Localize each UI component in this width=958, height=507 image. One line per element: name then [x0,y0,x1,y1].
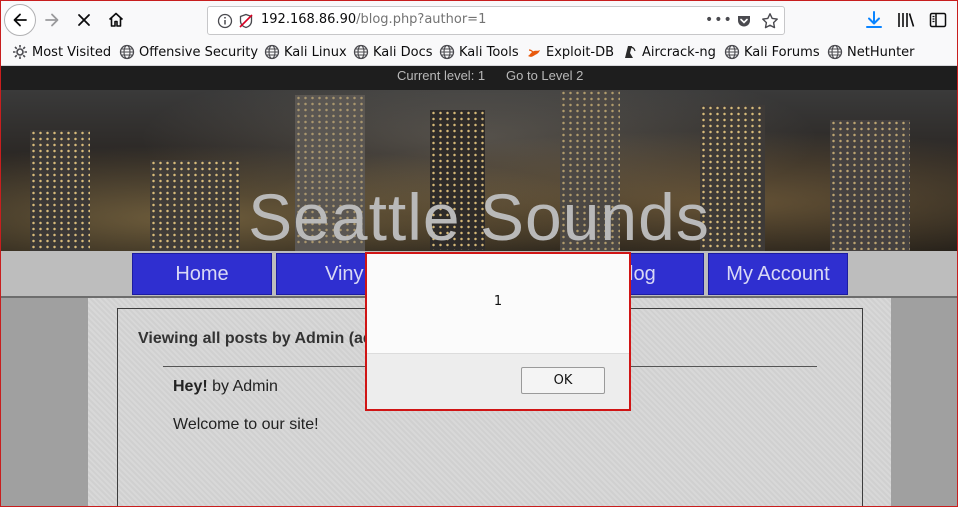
alert-dialog: 1 OK [365,252,631,411]
library-icon[interactable] [896,10,916,30]
dialog-message: 1 [493,294,503,309]
dialog-body: 1 [367,254,629,353]
globe-icon [439,44,455,60]
bookmarks-toolbar: Most Visited Offensive Security Kali Lin… [0,40,958,66]
globe-icon [724,44,740,60]
nav-home[interactable]: Home [132,253,272,295]
globe-icon [119,44,135,60]
bookmark-aircrack-ng[interactable]: Aircrack-ng [622,44,716,60]
forward-button[interactable] [40,8,64,32]
bookmark-label: Kali Linux [284,44,347,60]
site-title: Seattle Sounds [248,180,710,251]
exploitdb-icon [528,49,540,57]
stop-button[interactable] [72,8,96,32]
url-path: /blog.php?author=1 [356,12,487,27]
download-icon[interactable] [864,10,884,30]
info-icon[interactable] [217,13,233,29]
bookmark-kali-forums[interactable]: Kali Forums [724,44,820,60]
bookmark-label: Offensive Security [139,44,259,60]
dialog-footer: OK [367,353,629,409]
gear-icon [13,45,27,59]
ok-button[interactable]: OK [521,367,605,394]
home-icon [108,12,124,27]
bookmark-kali-linux[interactable]: Kali Linux [264,44,347,60]
url-host: 192.168.86.90 [261,12,357,27]
post-title-bold: Hey! [173,378,208,395]
bookmark-most-visited[interactable]: Most Visited [12,44,111,60]
nav-my-account[interactable]: My Account [708,253,848,295]
bookmark-exploit-db[interactable]: Exploit-DB [526,44,614,60]
url-text[interactable]: 192.168.86.90/blog.php?author=1 [261,12,486,27]
bookmark-kali-tools[interactable]: Kali Tools [439,44,519,60]
city-banner-image: Seattle Sounds [0,90,958,251]
posts-heading: Viewing all posts by Admin (ad [138,330,373,347]
current-level-text: Current level: 1 [397,68,486,83]
post-title: Hey! by Admin [173,378,278,396]
bookmark-offensive-security[interactable]: Offensive Security [119,44,258,60]
bookmark-kali-docs[interactable]: Kali Docs [353,44,433,60]
bookmark-label: Kali Docs [373,44,433,60]
post-body: Welcome to our site! [173,416,319,433]
back-button[interactable] [4,4,36,36]
right-margin [891,298,958,507]
tracking-protection-icon[interactable] [238,13,254,29]
browser-toolbar: 192.168.86.90/blog.php?author=1 ••• [0,0,958,40]
bookmark-label: Exploit-DB [546,44,615,60]
home-button[interactable] [104,8,128,32]
address-bar[interactable]: 192.168.86.90/blog.php?author=1 ••• [207,6,785,35]
close-icon [78,14,90,26]
bookmark-label: Kali Tools [459,44,519,60]
sidebar-icon[interactable] [928,10,948,30]
left-margin [0,298,88,507]
bookmark-label: Aircrack-ng [642,44,716,60]
globe-icon [827,44,843,60]
aircrack-icon [625,46,636,58]
go-to-level-link[interactable]: Go to Level 2 [506,68,583,83]
page-actions-menu-icon[interactable]: ••• [705,12,733,28]
post-author: by Admin [207,378,278,395]
bookmark-label: Most Visited [32,44,112,60]
pocket-icon[interactable] [736,13,752,29]
bookmark-label: NetHunter [847,44,915,60]
globe-icon [264,44,280,60]
bookmark-star-icon[interactable] [761,12,779,30]
level-bar: Current level: 1 Go to Level 2 [0,66,958,90]
forward-arrow-icon [45,13,59,27]
bookmark-label: Kali Forums [744,44,820,60]
globe-icon [353,44,369,60]
bookmark-nethunter[interactable]: NetHunter [827,44,915,60]
back-arrow-icon [13,13,27,27]
